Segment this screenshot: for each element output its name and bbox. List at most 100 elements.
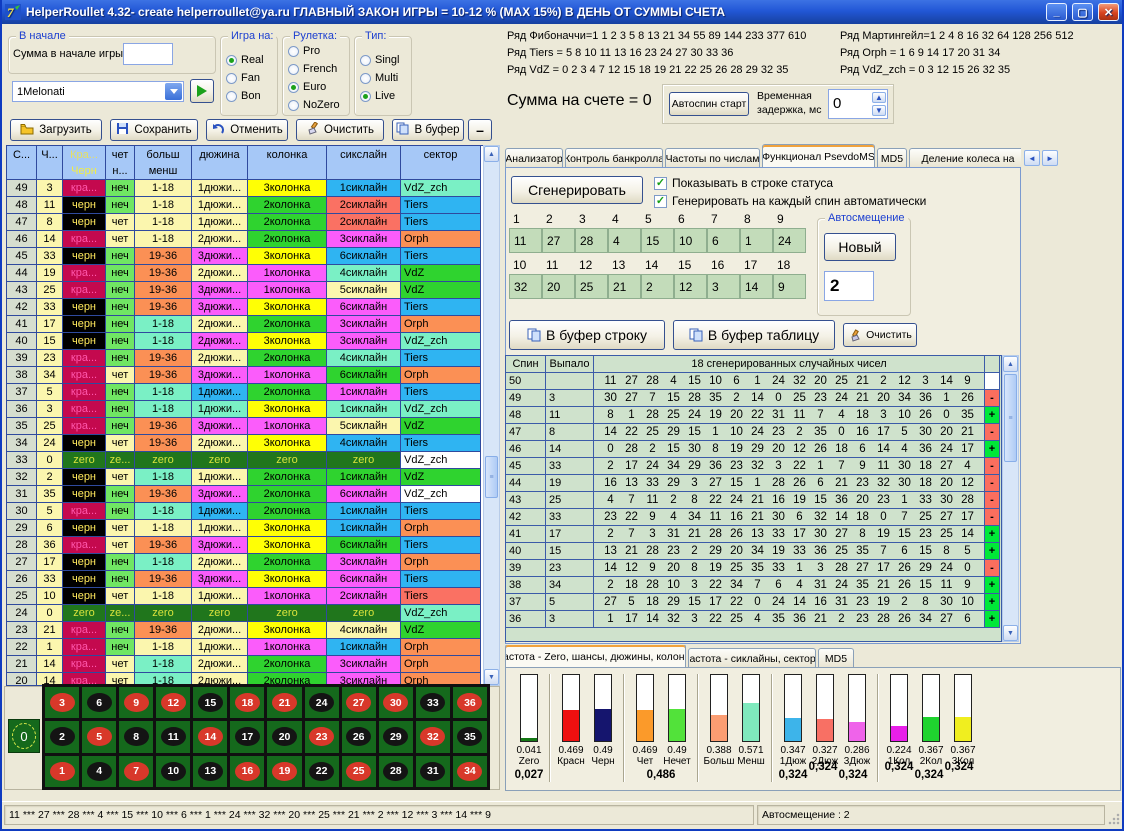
roulette-cell-29[interactable]: 29 xyxy=(379,721,413,752)
roulette-cell-35[interactable]: 35 xyxy=(453,721,487,752)
load-button[interactable]: Загрузить xyxy=(10,119,102,141)
grid-number-cell[interactable]: 2 xyxy=(641,274,674,299)
grid-number-cell[interactable]: 20 xyxy=(542,274,575,299)
history-header-cell[interactable]: больш xyxy=(135,146,192,163)
roulette-cell-23[interactable]: 23 xyxy=(305,721,339,752)
grid-number-cell[interactable]: 4 xyxy=(608,228,641,253)
grid-number-cell[interactable]: 3 xyxy=(707,274,740,299)
history-row[interactable]: 4419кра...неч19-362дюжи...1колонка4сикла… xyxy=(7,265,483,282)
gen-table-row[interactable]: 4419161333293271512826621233230182012- xyxy=(506,475,1001,492)
autoshift-new-button[interactable]: Новый xyxy=(824,233,896,261)
grid-number-cell[interactable]: 9 xyxy=(773,274,806,299)
history-row[interactable]: 4614кра...чет1-182дюжи...2колонка3сиклай… xyxy=(7,231,483,248)
checkbox-show-status[interactable]: ✓ Показывать в строке статуса xyxy=(654,176,833,190)
radio-option-live[interactable]: Live xyxy=(360,90,395,102)
gen-table-row[interactable]: 50112728415106124322025212123149 xyxy=(506,373,1001,390)
gen-table-row[interactable]: 46140282153081929201226186144362417+ xyxy=(506,441,1001,458)
save-button[interactable]: Сохранить xyxy=(110,119,198,141)
history-row[interactable]: 4533черннеч19-363дюжи...3колонка6сиклайн… xyxy=(7,248,483,265)
gen-table-row[interactable]: 4533217243429362332322179113018274- xyxy=(506,458,1001,475)
tab-main-6[interactable]: Деление колеса на xyxy=(909,148,1021,168)
buffer-table-button[interactable]: В буфер таблицу xyxy=(673,320,835,350)
radio-option-bon[interactable]: Bon xyxy=(226,90,261,102)
close-button[interactable]: ✕ xyxy=(1098,3,1119,21)
tab-scroll-right-icon[interactable]: ► xyxy=(1042,150,1058,166)
grid-number-cell[interactable]: 24 xyxy=(773,228,806,253)
history-row[interactable]: 4015черннеч1-182дюжи...3колонка3сиклайнV… xyxy=(7,333,483,350)
tab-freq-2[interactable]: Частота - сиклайны, сектора xyxy=(688,648,816,668)
history-header-cell[interactable]: сектор xyxy=(401,146,481,163)
grid-number-cell[interactable]: 15 xyxy=(641,228,674,253)
checkbox-auto-generate[interactable]: ✓ Генерировать на каждый спин автоматиче… xyxy=(654,194,926,208)
history-row[interactable]: 2321кра...неч19-362дюжи...3колонка4сикла… xyxy=(7,622,483,639)
gen-table-row[interactable]: 411727331212826133317302781915232514+ xyxy=(506,526,1001,543)
history-header-cell[interactable]: н... xyxy=(106,163,135,180)
clear-button[interactable]: Очистить xyxy=(296,119,384,141)
grid-number-cell[interactable]: 11 xyxy=(509,228,542,253)
history-row[interactable]: 322чернчет1-181дюжи...2колонка1сиклайнVd… xyxy=(7,469,483,486)
radio-option-singl[interactable]: Singl xyxy=(360,54,399,66)
history-row[interactable]: 3834кра...чет19-363дюжи...1колонка6сикла… xyxy=(7,367,483,384)
roulette-cell-7[interactable]: 7 xyxy=(119,756,153,787)
grid-number-cell[interactable]: 6 xyxy=(707,228,740,253)
history-row[interactable]: 2836кра...чет19-363дюжи...3колонка6сикла… xyxy=(7,537,483,554)
history-header-cell[interactable]: колонка xyxy=(248,146,327,163)
history-header-cell[interactable] xyxy=(327,163,401,180)
clear-gen-button[interactable]: Очистить xyxy=(843,323,917,347)
resize-grip[interactable] xyxy=(1108,813,1120,825)
roulette-cell-2[interactable]: 2 xyxy=(45,721,79,752)
history-row[interactable]: 305кра...неч1-181дюжи...2колонка1сиклайн… xyxy=(7,503,483,520)
roulette-cell-3[interactable]: 3 xyxy=(45,687,79,718)
grid-number-cell[interactable]: 25 xyxy=(575,274,608,299)
history-header-cell[interactable]: чет xyxy=(106,146,135,163)
spinner-up-icon[interactable]: ▲ xyxy=(872,92,886,103)
gen-table-scrollbar[interactable]: ▲ ≡ ▼ xyxy=(1002,355,1019,642)
roulette-cell-26[interactable]: 26 xyxy=(342,721,376,752)
radio-option-euro[interactable]: Euro xyxy=(288,81,326,93)
radio-option-fan[interactable]: Fan xyxy=(226,72,260,84)
roulette-cell-13[interactable]: 13 xyxy=(193,756,227,787)
history-header-cell[interactable] xyxy=(401,163,481,180)
delay-spinner[interactable]: 0 ▲ ▼ xyxy=(828,89,888,119)
autospin-button[interactable]: Автоспин старт xyxy=(669,92,749,116)
history-row[interactable]: 4325кра...неч19-363дюжи...1колонка5сикла… xyxy=(7,282,483,299)
collapse-button[interactable]: – xyxy=(468,119,492,141)
radio-option-pro[interactable]: Pro xyxy=(288,45,320,57)
history-row[interactable]: 4117черннеч1-182дюжи...2колонка3сиклайнO… xyxy=(7,316,483,333)
gen-table-row[interactable]: 39231412920819253533132827172629240- xyxy=(506,560,1001,577)
history-header-cell[interactable] xyxy=(37,163,63,180)
history-header-cell[interactable]: Ч... xyxy=(37,146,63,163)
roulette-cell-20[interactable]: 20 xyxy=(267,721,301,752)
preset-combo[interactable]: 1Melonati xyxy=(12,81,184,102)
roulette-cell-21[interactable]: 21 xyxy=(267,687,301,718)
roulette-cell-27[interactable]: 27 xyxy=(342,687,376,718)
roulette-cell-28[interactable]: 28 xyxy=(379,756,413,787)
gen-table-row[interactable]: 47814222529151102423235016175302021- xyxy=(506,424,1001,441)
history-row[interactable]: 375кра...неч1-181дюжи...2колонка1сиклайн… xyxy=(7,384,483,401)
buffer-row-button[interactable]: В буфер строку xyxy=(509,320,665,350)
roulette-cell-10[interactable]: 10 xyxy=(156,756,190,787)
roulette-cell-34[interactable]: 34 xyxy=(453,756,487,787)
history-row[interactable]: 363кра...неч1-181дюжи...3колонка1сиклайн… xyxy=(7,401,483,418)
history-header-cell[interactable]: Кра... xyxy=(63,146,106,163)
history-header-cell[interactable]: менш xyxy=(135,163,192,180)
roulette-cell-25[interactable]: 25 xyxy=(342,756,376,787)
roulette-cell-15[interactable]: 15 xyxy=(193,687,227,718)
grid-number-cell[interactable]: 32 xyxy=(509,274,542,299)
tab-scroll-left-icon[interactable]: ◄ xyxy=(1024,150,1040,166)
tab-main-1[interactable]: Анализатор xyxy=(505,148,563,168)
roulette-cell-36[interactable]: 36 xyxy=(453,687,487,718)
roulette-cell-6[interactable]: 6 xyxy=(82,687,116,718)
history-row[interactable]: 3923кра...неч19-362дюжи...2колонка4сикла… xyxy=(7,350,483,367)
roulette-cell-4[interactable]: 4 xyxy=(82,756,116,787)
roulette-cell-9[interactable]: 9 xyxy=(119,687,153,718)
gen-table-row[interactable]: 42332322943411162130632141807252717- xyxy=(506,509,1001,526)
to-buffer-button[interactable]: В буфер xyxy=(392,119,464,141)
roulette-cell-32[interactable]: 32 xyxy=(416,721,450,752)
history-row[interactable]: 221кра...неч1-181дюжи...1колонка1сиклайн… xyxy=(7,639,483,656)
gen-table-row[interactable]: 43254711282224211619153620231333028- xyxy=(506,492,1001,509)
roulette-cell-14[interactable]: 14 xyxy=(193,721,227,752)
roulette-zero-cell[interactable]: 0 xyxy=(8,719,40,753)
roulette-cell-1[interactable]: 1 xyxy=(45,756,79,787)
grid-number-cell[interactable]: 28 xyxy=(575,228,608,253)
